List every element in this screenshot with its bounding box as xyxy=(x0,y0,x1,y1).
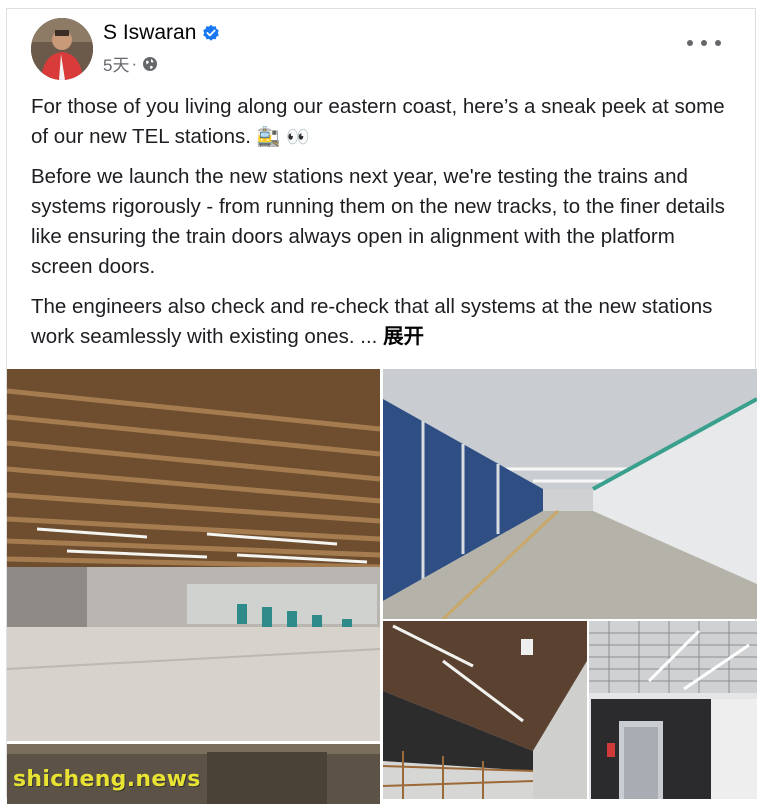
station-eyes-emoji: 🚉 👀 xyxy=(256,126,310,148)
photo-concourse[interactable] xyxy=(7,369,380,741)
author-avatar[interactable] xyxy=(31,18,93,80)
post-paragraph-3-text: The engineers also check and re-check th… xyxy=(31,295,713,348)
post-body: For those of you living along our easter… xyxy=(31,92,731,362)
post-meta: 5天 · xyxy=(103,51,158,76)
post-timestamp[interactable]: 5天 xyxy=(103,51,129,76)
avatar-photo xyxy=(31,18,93,80)
photo-lift-lobby-image xyxy=(589,621,757,799)
author-name[interactable]: S Iswaran xyxy=(103,21,196,45)
see-more-link[interactable]: 展开 xyxy=(383,325,424,348)
photo-concourse-image xyxy=(7,369,380,741)
post-paragraph-1-text: For those of you living along our easter… xyxy=(31,95,725,148)
watermark-text: shicheng.news xyxy=(13,767,201,792)
photo-platform-barriers[interactable] xyxy=(383,621,587,799)
more-dot xyxy=(701,40,707,46)
globe-icon xyxy=(143,56,158,71)
meta-separator: · xyxy=(131,53,138,73)
author-row: S Iswaran xyxy=(103,19,220,47)
photo-platform-barriers-image xyxy=(383,621,587,799)
verified-icon xyxy=(203,24,220,41)
more-dot xyxy=(715,40,721,46)
photo-platform-corridor-image xyxy=(383,369,757,619)
post-paragraph-2: Before we launch the new stations next y… xyxy=(31,165,725,278)
post-paragraph-1: For those of you living along our easter… xyxy=(31,92,731,152)
photo-lift-lobby[interactable] xyxy=(589,621,757,799)
photo-platform-corridor[interactable] xyxy=(383,369,757,619)
post-paragraph-3: The engineers also check and re-check th… xyxy=(31,292,731,352)
post-card: S Iswaran 5天 · For those of you living a… xyxy=(6,8,757,804)
more-dot xyxy=(687,40,693,46)
more-options-icon[interactable] xyxy=(687,33,721,53)
